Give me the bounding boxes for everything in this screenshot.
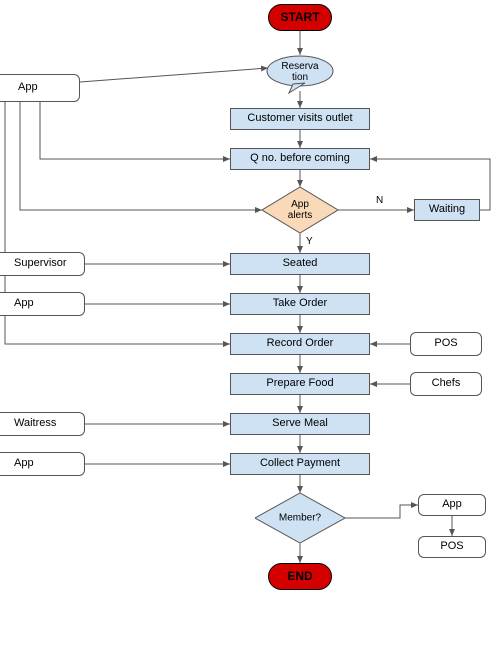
actor-app-1-label: App xyxy=(18,81,38,94)
takeorder-label: Take Order xyxy=(273,297,327,310)
actor-app-2: App xyxy=(0,292,85,316)
member-decision: Member? xyxy=(255,493,345,543)
visits-node: Customer visits outlet xyxy=(230,108,370,130)
end-node: END xyxy=(268,563,332,590)
seated-node: Seated xyxy=(230,253,370,275)
actor-app-4: App xyxy=(418,494,486,516)
actor-chefs-label: Chefs xyxy=(432,377,461,390)
recordorder-label: Record Order xyxy=(267,337,334,350)
actor-app-1: App xyxy=(0,74,80,102)
actor-pos-2: POS xyxy=(418,536,486,558)
start-node: START xyxy=(268,4,332,31)
actor-app-3: App xyxy=(0,452,85,476)
actor-pos-label: POS xyxy=(434,337,457,350)
actor-waitress-label: Waitress xyxy=(14,417,56,430)
preparefood-label: Prepare Food xyxy=(266,377,333,390)
qno-node: Q no. before coming xyxy=(230,148,370,170)
actor-pos: POS xyxy=(410,332,482,356)
actor-pos-2-label: POS xyxy=(440,540,463,553)
visits-label: Customer visits outlet xyxy=(247,112,352,125)
alerts-label: App alerts xyxy=(281,199,319,221)
actor-waitress: Waitress xyxy=(0,412,85,436)
actor-supervisor-label: Supervisor xyxy=(14,257,67,270)
end-label: END xyxy=(287,569,312,583)
collect-node: Collect Payment xyxy=(230,453,370,475)
servemeal-node: Serve Meal xyxy=(230,413,370,435)
recordorder-node: Record Order xyxy=(230,333,370,355)
edge-label-yes: Y xyxy=(306,236,313,247)
actor-chefs: Chefs xyxy=(410,372,482,396)
waiting-label: Waiting xyxy=(429,203,465,216)
preparefood-node: Prepare Food xyxy=(230,373,370,395)
seated-label: Seated xyxy=(283,257,318,270)
reservation-node: Reserva tion xyxy=(265,55,335,91)
member-label: Member? xyxy=(279,513,321,524)
reservation-label: Reserva tion xyxy=(281,61,318,83)
waiting-node: Waiting xyxy=(414,199,480,221)
collect-label: Collect Payment xyxy=(260,457,340,470)
servemeal-label: Serve Meal xyxy=(272,417,328,430)
takeorder-node: Take Order xyxy=(230,293,370,315)
actor-app-2-label: App xyxy=(14,297,34,310)
qno-label: Q no. before coming xyxy=(250,152,350,165)
alerts-decision: App alerts xyxy=(262,187,338,233)
edge-label-no: N xyxy=(376,195,383,206)
start-label: START xyxy=(280,10,319,24)
actor-app-4-label: App xyxy=(442,498,462,511)
actor-supervisor: Supervisor xyxy=(0,252,85,276)
actor-app-3-label: App xyxy=(14,457,34,470)
